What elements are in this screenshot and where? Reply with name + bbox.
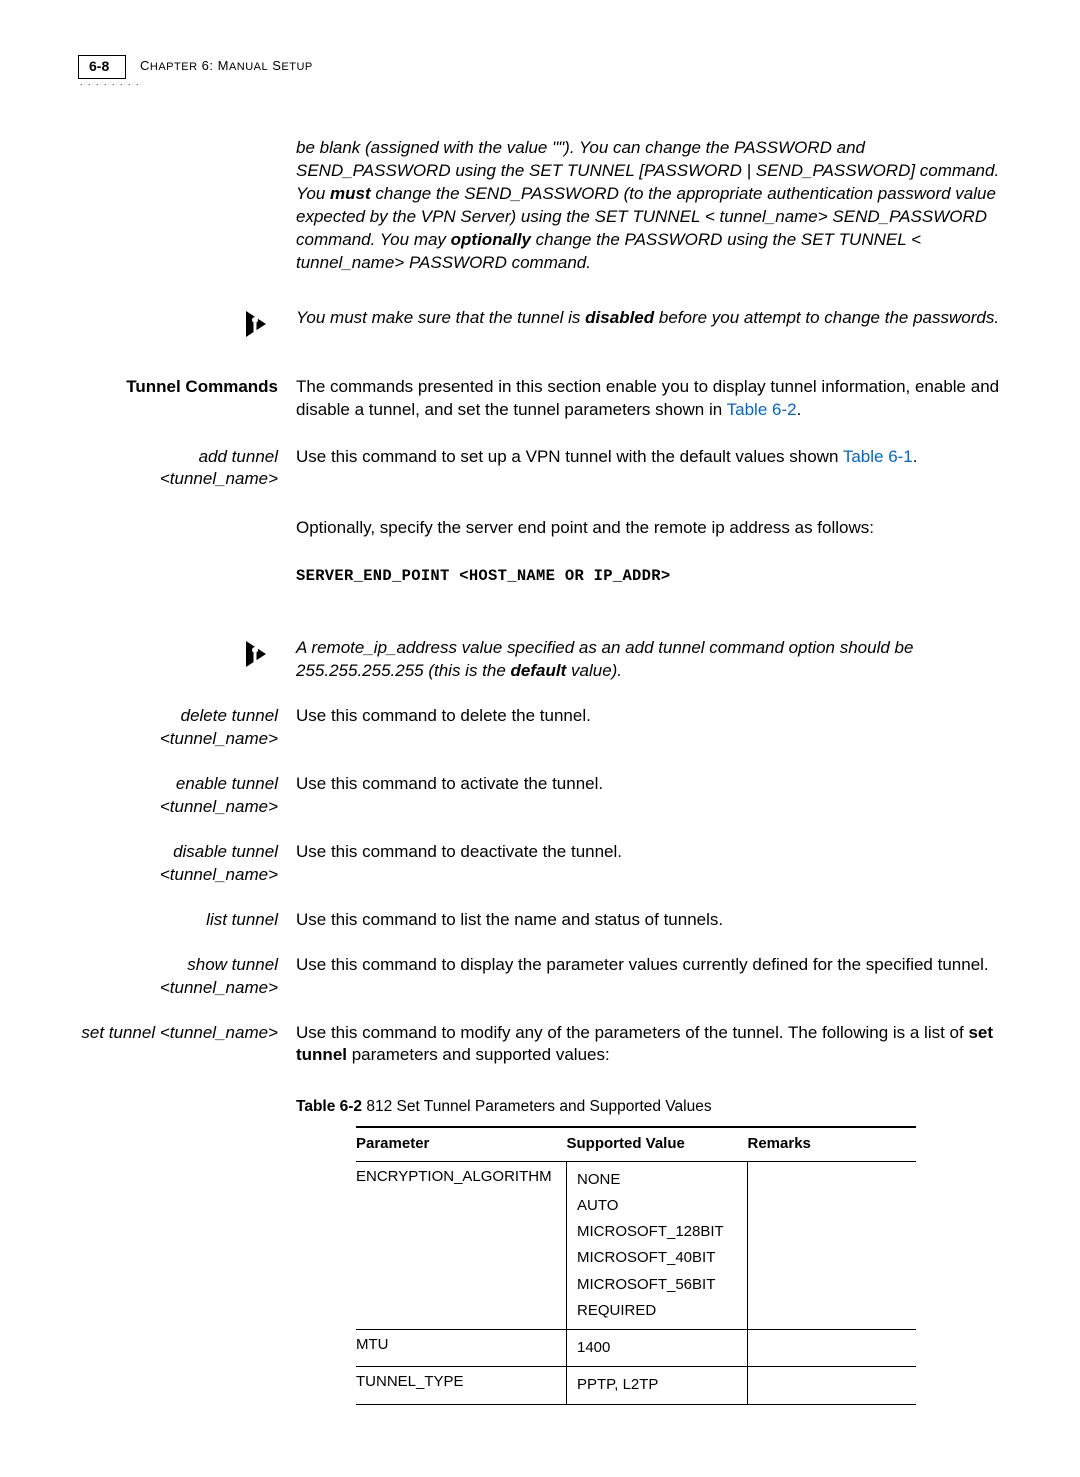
intro-note: be blank (assigned with the value ""). Y… [296,137,1002,275]
disable-tunnel-label: disable tunnel <tunnel_name> [78,841,296,887]
list-tunnel-text: Use this command to list the name and st… [296,909,1002,932]
add-tunnel-text: Use this command to set up a VPN tunnel … [296,446,1002,492]
note-icon [244,309,278,344]
show-tunnel-label: show tunnel <tunnel_name> [78,954,296,1000]
header-dots: . . . . . . . . [80,77,140,87]
enable-tunnel-label: enable tunnel <tunnel_name> [78,773,296,819]
table-caption: Table 6-2 812 Set Tunnel Parameters and … [296,1097,1002,1118]
th-parameter: Parameter [356,1127,567,1161]
note-icon [244,639,278,674]
table-row: ENCRYPTION_ALGORITHMNONEAUTOMICROSOFT_12… [356,1161,916,1330]
page-number: 6-8 [78,55,126,79]
set-tunnel-label: set tunnel <tunnel_name> [78,1022,296,1068]
note-disabled: You must make sure that the tunnel is di… [296,307,1002,344]
tunnel-commands-text: The commands presented in this section e… [296,376,1002,422]
add-tunnel-optional: Optionally, specify the server end point… [296,517,1002,540]
page-header: 6-8 . . . . . . . . CHAPTER 6: MANUAL SE… [78,55,1002,87]
tunnel-commands-label: Tunnel Commands [78,376,296,422]
chapter-label: CHAPTER 6: MANUAL SETUP [140,55,313,73]
list-tunnel-label: list tunnel [78,909,296,932]
th-remarks: Remarks [748,1127,917,1161]
server-end-point-code: SERVER_END_POINT <HOST_NAME OR IP_ADDR> [296,566,1002,587]
add-tunnel-label: add tunnel <tunnel_name> [78,446,296,492]
th-supported: Supported Value [567,1127,748,1161]
delete-tunnel-label: delete tunnel <tunnel_name> [78,705,296,751]
enable-tunnel-text: Use this command to activate the tunnel. [296,773,1002,819]
note-remote-ip: A remote_ip_address value specified as a… [296,637,1002,683]
delete-tunnel-text: Use this command to delete the tunnel. [296,705,1002,751]
table-6-1-link[interactable]: Table 6-1 [843,447,913,466]
params-table: Parameter Supported Value Remarks ENCRYP… [356,1126,916,1404]
disable-tunnel-text: Use this command to deactivate the tunne… [296,841,1002,887]
show-tunnel-text: Use this command to display the paramete… [296,954,1002,1000]
table-6-2-link[interactable]: Table 6-2 [727,400,797,419]
table-row: TUNNEL_TYPEPPTP, L2TP [356,1367,916,1404]
table-row: MTU1400 [356,1330,916,1367]
set-tunnel-text: Use this command to modify any of the pa… [296,1022,1002,1068]
